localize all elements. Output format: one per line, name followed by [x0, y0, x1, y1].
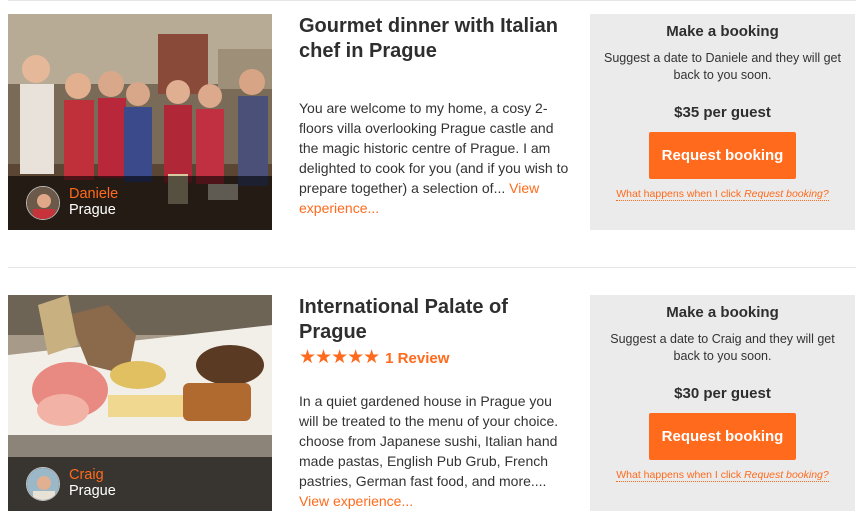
host-avatar[interactable] [26, 467, 60, 501]
price-per-guest: $30 per guest [674, 385, 771, 402]
view-experience-link[interactable]: View experience... [299, 493, 413, 509]
request-booking-button[interactable]: Request booking [649, 413, 796, 460]
help-text-emphasis: Request booking? [744, 469, 829, 482]
host-name-link[interactable]: Craig [69, 467, 104, 483]
host-city: Prague [69, 202, 116, 218]
booking-help-link[interactable]: What happens when I click Request bookin… [590, 469, 855, 482]
star-rating-icon: ★★★★★ [299, 347, 380, 368]
booking-subtitle: Suggest a date to Craig and they will ge… [610, 332, 835, 363]
host-city: Prague [69, 483, 116, 499]
host-portrait-icon [27, 468, 59, 500]
request-booking-button[interactable]: Request booking [649, 132, 796, 179]
experience-description: In a quiet gardened house in Prague you … [299, 391, 569, 511]
experience-photo[interactable]: Daniele Prague [8, 14, 272, 230]
description-text: In a quiet gardened house in Prague you … [299, 393, 559, 489]
experience-info: Gourmet dinner with Italian chef in Prag… [299, 14, 569, 218]
booking-title: Make a booking [666, 23, 779, 40]
experience-description: You are welcome to my home, a cosy 2-flo… [299, 98, 569, 218]
experience-card: Daniele Prague Gourmet dinner with Itali… [8, 14, 856, 231]
experience-title[interactable]: Gourmet dinner with Italian chef in Prag… [299, 14, 569, 64]
host-portrait-icon [27, 187, 59, 219]
experience-card: Craig Prague International Palate of Pra… [8, 295, 856, 512]
experience-info: International Palate of Prague ★★★★★ 1 R… [299, 295, 569, 511]
booking-panel: Make a booking Suggest a date to Daniele… [590, 14, 855, 230]
rating-row[interactable]: ★★★★★ 1 Review [299, 348, 569, 368]
help-text: What happens when I click [616, 188, 745, 201]
help-text-emphasis: Request booking? [744, 188, 829, 201]
host-name-link[interactable]: Daniele [69, 186, 118, 202]
booking-title: Make a booking [666, 304, 779, 321]
experience-photo[interactable]: Craig Prague [8, 295, 272, 511]
host-overlay: Craig Prague [8, 457, 272, 511]
experience-title[interactable]: International Palate of Prague [299, 295, 569, 345]
host-avatar[interactable] [26, 186, 60, 220]
listing-divider [8, 267, 856, 268]
booking-panel: Make a booking Suggest a date to Craig a… [590, 295, 855, 511]
booking-help-link[interactable]: What happens when I click Request bookin… [590, 188, 855, 201]
help-text: What happens when I click [616, 469, 745, 482]
booking-subtitle: Suggest a date to Daniele and they will … [604, 51, 841, 82]
price-per-guest: $35 per guest [674, 104, 771, 121]
review-count-link[interactable]: 1 Review [385, 350, 449, 367]
top-divider [8, 0, 856, 1]
host-overlay: Daniele Prague [8, 176, 272, 230]
